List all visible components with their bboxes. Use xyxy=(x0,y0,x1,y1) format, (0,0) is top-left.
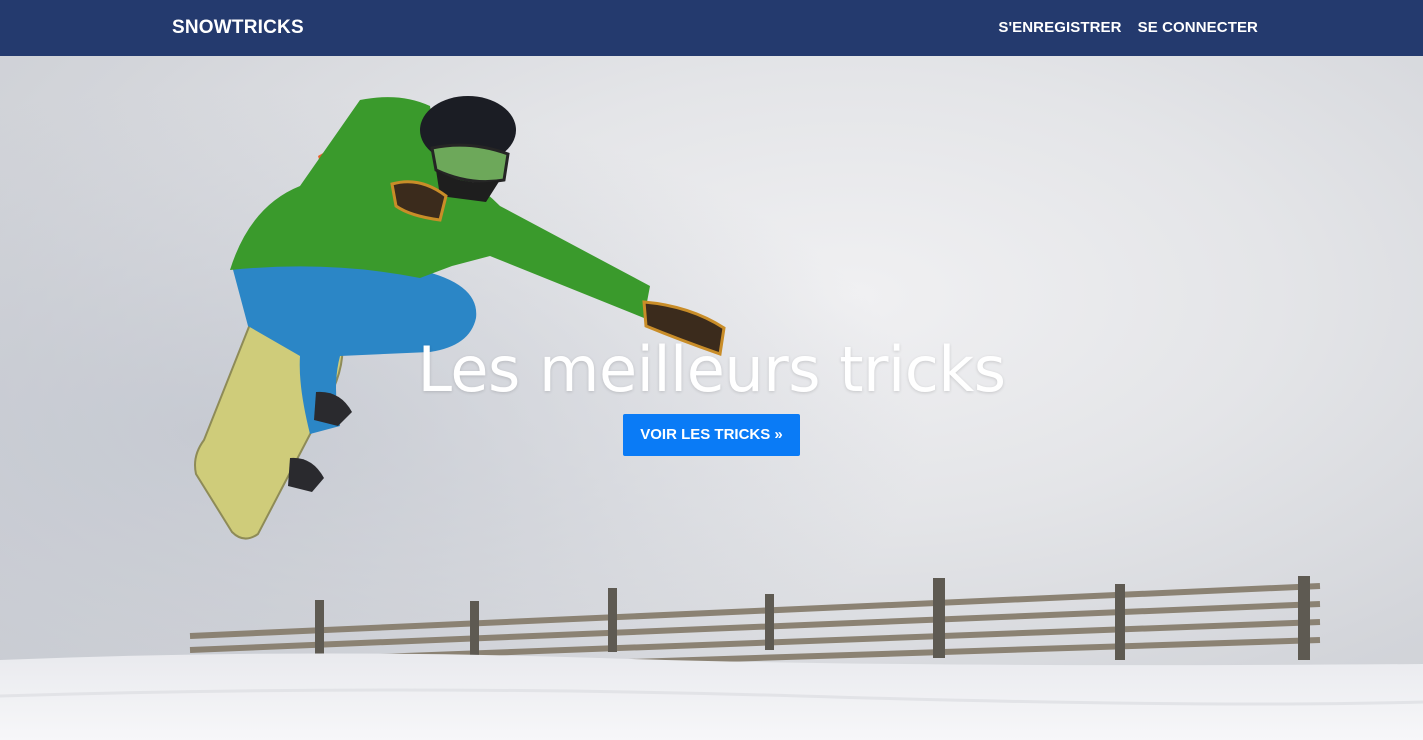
view-tricks-button[interactable]: VOIR LES TRICKS » xyxy=(623,414,800,456)
hero-title: Les meilleurs tricks xyxy=(417,333,1006,406)
nav-links: S'ENREGISTRER SE CONNECTER xyxy=(998,19,1258,36)
navbar: SNOWTRICKS S'ENREGISTRER SE CONNECTER xyxy=(0,0,1423,56)
register-link[interactable]: S'ENREGISTRER xyxy=(998,19,1121,36)
login-link[interactable]: SE CONNECTER xyxy=(1138,19,1258,36)
hero-section: Les meilleurs tricks VOIR LES TRICKS » xyxy=(0,56,1423,740)
hero-content: Les meilleurs tricks VOIR LES TRICKS » xyxy=(0,328,1423,456)
brand-logo-link[interactable]: SNOWTRICKS xyxy=(172,17,304,39)
